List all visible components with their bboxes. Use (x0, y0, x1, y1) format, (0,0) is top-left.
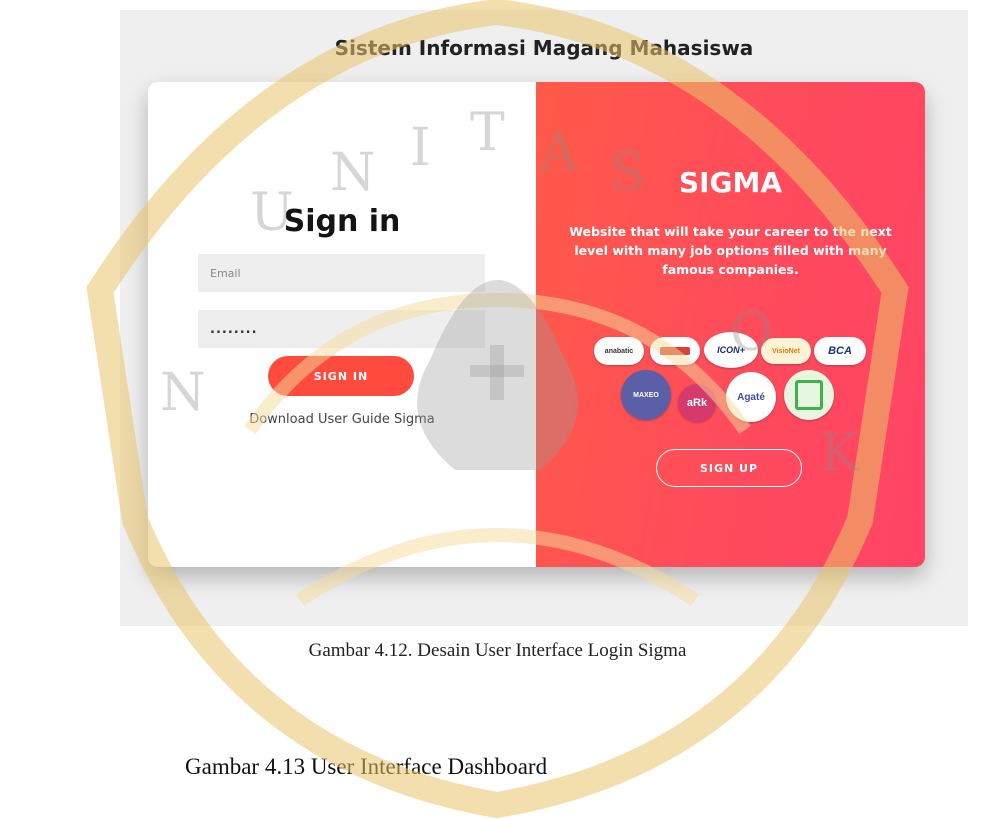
password-field[interactable] (198, 310, 485, 348)
login-screenshot: Sistem Informasi Magang Mahasiswa Sign i… (120, 10, 968, 626)
signup-panel: SIGMA Website that will take your career… (536, 82, 925, 567)
figure-caption: Gambar 4.12. Desain User Interface Login… (308, 640, 687, 661)
logo-green (784, 370, 834, 420)
logo-visionet: VisioNet (761, 338, 811, 364)
app-title: Sistem Informasi Magang Mahasiswa (334, 36, 754, 60)
signup-button[interactable]: SIGN UP (656, 449, 802, 487)
logo-bca: BCA (814, 337, 866, 365)
brand-tagline: Website that will take your career to th… (569, 224, 892, 277)
logo-maxeo: MAXEO (621, 370, 671, 420)
logo-anabatic: anabatic (594, 337, 644, 365)
email-field[interactable] (198, 254, 485, 292)
green-logo-icon (795, 380, 823, 410)
logo-agate: Agaté (726, 372, 776, 422)
brand-title: SIGMA (678, 166, 783, 199)
signin-button[interactable]: SIGN IN (268, 356, 414, 396)
signin-panel: Sign in SIGN IN Download User Guide Sigm… (148, 82, 536, 567)
banner-logo-icon (660, 347, 690, 355)
logo-iconplus: ICON+ (704, 332, 758, 368)
logo-ark: aRk (678, 384, 716, 422)
next-figure-heading: Gambar 4.13 User Interface Dashboard (185, 754, 548, 779)
login-card: Sign in SIGN IN Download User Guide Sigm… (148, 82, 925, 567)
signin-heading: Sign in (283, 204, 401, 239)
download-guide-link[interactable]: Download User Guide Sigma (148, 412, 536, 427)
logo-banner (650, 337, 700, 365)
partner-logos: anabatic ICON+ VisioNet BCA MAXEO aRk Ag… (576, 332, 886, 452)
